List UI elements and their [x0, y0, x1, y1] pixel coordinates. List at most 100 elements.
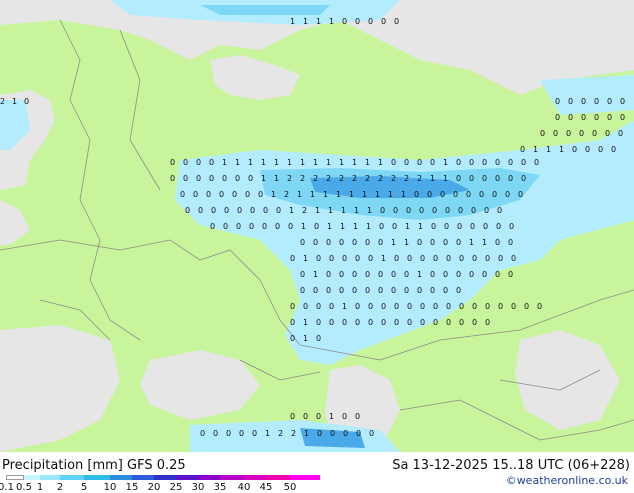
- precip-value-label: 0: [607, 97, 612, 106]
- precip-value-label: 0: [492, 190, 497, 199]
- precip-value-label: 1: [329, 17, 334, 26]
- precip-value-label: 2: [378, 174, 383, 183]
- precip-value-label: 0: [210, 222, 215, 231]
- precip-value-label: 0: [379, 222, 384, 231]
- precip-value-label: 0: [420, 318, 425, 327]
- precip-value-label: 0: [457, 222, 462, 231]
- precip-value-label: 0: [594, 113, 599, 122]
- precip-value-label: 1: [469, 238, 474, 247]
- precip-value-label: 0: [313, 238, 318, 247]
- precip-value-label: 1: [300, 158, 305, 167]
- precip-value-label: 0: [534, 158, 539, 167]
- precip-value-label: 0: [444, 222, 449, 231]
- precip-value-label: 1: [388, 190, 393, 199]
- precip-value-label: 0: [472, 302, 477, 311]
- precip-value-label: 0: [326, 270, 331, 279]
- precip-value-label: 1: [301, 222, 306, 231]
- precip-value-label: 0: [211, 206, 216, 215]
- precip-value-label: 1: [271, 190, 276, 199]
- precip-value-label: 0: [508, 238, 513, 247]
- precip-value-label: 2: [278, 429, 283, 438]
- precip-value-label: 0: [288, 222, 293, 231]
- precip-value-label: 0: [300, 286, 305, 295]
- precip-value-label: 0: [430, 158, 435, 167]
- precip-value-label: 0: [620, 97, 625, 106]
- precip-value-label: 1: [443, 158, 448, 167]
- precip-value-label: 0: [300, 270, 305, 279]
- precip-value-label: 2: [417, 174, 422, 183]
- precip-value-label: 0: [469, 158, 474, 167]
- precip-value-label: 0: [495, 270, 500, 279]
- scale-swatch: [84, 475, 110, 480]
- precip-value-label: 0: [511, 254, 516, 263]
- precip-value-label: 0: [495, 158, 500, 167]
- precip-value-label: 0: [290, 254, 295, 263]
- precip-value-label: 0: [495, 174, 500, 183]
- precip-value-label: 0: [555, 113, 560, 122]
- precip-value-label: 0: [368, 254, 373, 263]
- precip-value-label: 0: [368, 17, 373, 26]
- precip-value-label: 2: [391, 174, 396, 183]
- precip-value-label: 0: [508, 158, 513, 167]
- precip-value-label: 0: [330, 429, 335, 438]
- precip-value-label: 1: [366, 222, 371, 231]
- precip-value-label: 0: [276, 206, 281, 215]
- scale-swatch: [290, 475, 320, 480]
- precip-value-label: 1: [378, 158, 383, 167]
- aral-sea: [515, 330, 620, 430]
- precip-value-label: 0: [226, 429, 231, 438]
- precip-value-label: 0: [417, 286, 422, 295]
- precip-value-label: 0: [433, 318, 438, 327]
- precip-value-label: 0: [496, 222, 501, 231]
- precip-value-label: 0: [394, 318, 399, 327]
- west-water: [0, 200, 30, 245]
- precip-value-label: 0: [472, 318, 477, 327]
- precip-value-label: 1: [316, 17, 321, 26]
- precip-value-label: 0: [446, 302, 451, 311]
- scale-swatch: [244, 475, 266, 480]
- precip-value-label: 0: [183, 174, 188, 183]
- precip-value-label: 0: [290, 318, 295, 327]
- precip-value-label: 0: [456, 238, 461, 247]
- precip-value-label: 0: [404, 270, 409, 279]
- precip-value-label: 0: [342, 17, 347, 26]
- black-sea: [140, 350, 260, 420]
- precip-value-label: 0: [342, 254, 347, 263]
- scale-tick-label: 1: [36, 482, 44, 493]
- precip-value-label: 0: [404, 286, 409, 295]
- precip-value-label: 0: [316, 334, 321, 343]
- precip-value-label: 1: [313, 270, 318, 279]
- scale-tick-label: 30: [191, 482, 205, 493]
- precip-value-label: 1: [559, 145, 564, 154]
- precip-value-label: 0: [394, 302, 399, 311]
- precip-value-label: 0: [508, 174, 513, 183]
- precip-value-label: 0: [262, 222, 267, 231]
- scale-swatch: [40, 475, 60, 480]
- precip-value-label: 1: [362, 190, 367, 199]
- credit-link[interactable]: ©weatheronline.co.uk: [506, 474, 628, 487]
- precip-value-label: 0: [443, 286, 448, 295]
- precip-value-label: 0: [537, 302, 542, 311]
- precip-value-label: 0: [432, 206, 437, 215]
- precip-value-label: 0: [443, 238, 448, 247]
- precip-value-label: 0: [394, 254, 399, 263]
- scale-tick-label: 45: [259, 482, 273, 493]
- precip-value-label: 0: [417, 158, 422, 167]
- precip-value-label: 0: [381, 302, 386, 311]
- precip-value-label: 0: [352, 286, 357, 295]
- precip-value-label: 0: [518, 190, 523, 199]
- precip-value-label: 0: [368, 302, 373, 311]
- precip-value-label: 1: [401, 190, 406, 199]
- precip-value-label: 0: [505, 190, 510, 199]
- color-scale: 0.1 0.5 1 2 5 10 15 20 25 30 35 40 45 50: [0, 475, 330, 493]
- precip-value-label: 0: [485, 254, 490, 263]
- precip-value-label: 0: [200, 429, 205, 438]
- precip-value-label: 0: [443, 270, 448, 279]
- scale-swatch: [6, 475, 24, 480]
- precip-value-label: 0: [568, 97, 573, 106]
- precip-value-label: 0: [355, 302, 360, 311]
- scale-swatch: [220, 475, 244, 480]
- precip-value-label: 1: [418, 222, 423, 231]
- precip-value-label: 1: [303, 334, 308, 343]
- precip-value-label: 1: [341, 206, 346, 215]
